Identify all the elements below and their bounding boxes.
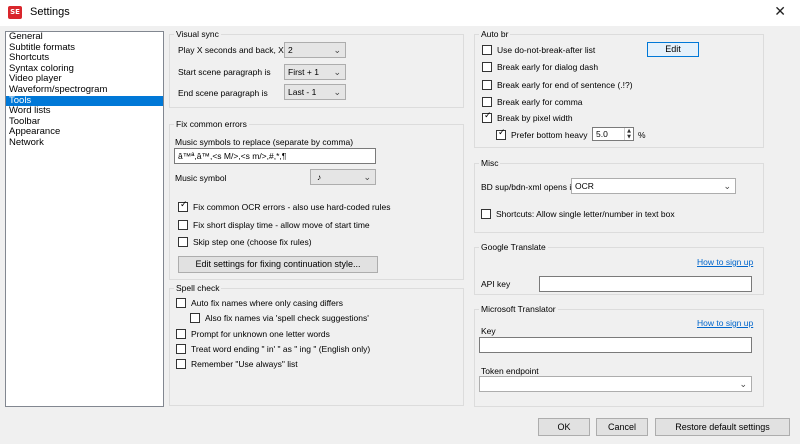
checkbox-box[interactable] xyxy=(481,209,491,219)
music-replace-label: Music symbols to replace (separate by co… xyxy=(175,137,354,147)
close-icon[interactable]: ✕ xyxy=(774,4,786,20)
checkbox-box[interactable]: ✓ xyxy=(496,128,506,140)
checkbox-box[interactable] xyxy=(176,298,186,308)
music-replace-input[interactable]: â™ª,â™,<s M/>,<s m/>,#,*,¶ xyxy=(174,148,376,164)
music-symbol-label: Music symbol xyxy=(175,173,227,183)
play-seconds-value: 2 xyxy=(288,45,293,55)
chevron-down-icon: ⌄ xyxy=(363,173,371,183)
remember-use-always-label: Remember "Use always" list xyxy=(191,359,298,369)
prefer-bottom-heavy-label: Prefer bottom heavy xyxy=(511,130,588,140)
bd-sup-label: BD sup/bdn-xml opens in xyxy=(481,182,576,192)
checkbox-box[interactable]: ✓ xyxy=(178,200,188,212)
key-input[interactable] xyxy=(479,337,752,353)
microsoft-translator-title: Microsoft Translator xyxy=(479,304,558,314)
checkbox-box[interactable] xyxy=(178,220,188,230)
fix-errors-title: Fix common errors xyxy=(174,119,249,129)
title-bar: SE Settings ✕ xyxy=(0,0,800,26)
bd-sup-value: OCR xyxy=(575,181,594,191)
google-signup-link[interactable]: How to sign up xyxy=(697,257,753,267)
fix-short-display-label: Fix short display time - allow move of s… xyxy=(193,220,370,230)
checkbox-box[interactable] xyxy=(482,97,492,107)
break-comma-label: Break early for comma xyxy=(497,97,583,107)
checkbox-box[interactable] xyxy=(190,313,200,323)
break-end-sentence-label: Break early for end of sentence (.!?) xyxy=(497,80,633,90)
settings-category-list[interactable]: General Subtitle formats Shortcuts Synta… xyxy=(5,31,164,407)
bottom-heavy-spinner[interactable]: 5.0 ▲ ▼ xyxy=(592,127,634,141)
auto-fix-names-label: Auto fix names where only casing differs xyxy=(191,298,343,308)
sidebar-item-network[interactable]: Network xyxy=(6,137,163,149)
checkbox-box[interactable] xyxy=(176,359,186,369)
auto-br-title: Auto br xyxy=(479,29,511,39)
app-icon: SE xyxy=(8,6,22,19)
google-translate-title: Google Translate xyxy=(479,242,548,252)
api-key-label: API key xyxy=(481,279,511,289)
break-dialog-dash-label: Break early for dialog dash xyxy=(497,62,599,72)
sidebar-item-waveform[interactable]: Waveform/spectrogram xyxy=(6,84,163,96)
checkbox-box[interactable] xyxy=(482,62,492,72)
checkbox-box[interactable] xyxy=(176,344,186,354)
checkbox-box[interactable]: ✓ xyxy=(482,111,492,123)
end-scene-value: Last - 1 xyxy=(288,87,317,97)
api-key-input[interactable] xyxy=(539,276,752,292)
check-icon: ✓ xyxy=(498,128,506,138)
fix-ocr-label: Fix common OCR errors - also use hard-co… xyxy=(193,202,391,212)
chevron-down-icon: ⌄ xyxy=(333,68,341,78)
token-endpoint-dropdown[interactable]: ⌄ xyxy=(479,376,752,392)
checkbox-box[interactable] xyxy=(482,45,492,55)
edit-continuation-style-button[interactable]: Edit settings for fixing continuation st… xyxy=(178,256,378,273)
check-icon: ✓ xyxy=(180,200,188,210)
end-scene-dropdown[interactable]: Last - 1 ⌄ xyxy=(284,84,346,100)
window-title: Settings xyxy=(30,6,70,18)
checkbox-box[interactable] xyxy=(176,329,186,339)
percent-label: % xyxy=(638,130,646,140)
start-scene-value: First + 1 xyxy=(288,67,319,77)
edit-button[interactable]: Edit xyxy=(647,42,699,57)
play-seconds-label: Play X seconds and back, X is xyxy=(178,45,293,55)
restore-defaults-button[interactable]: Restore default settings xyxy=(655,418,790,436)
misc-group: Misc xyxy=(474,158,764,233)
sidebar-item-general[interactable]: General xyxy=(6,31,163,43)
start-scene-dropdown[interactable]: First + 1 ⌄ xyxy=(284,64,346,80)
cancel-button[interactable]: Cancel xyxy=(596,418,648,436)
token-endpoint-label: Token endpoint xyxy=(481,366,539,376)
chevron-down-icon: ⌄ xyxy=(333,46,341,56)
skip-step-one-label: Skip step one (choose fix rules) xyxy=(193,237,312,247)
spinner-arrows-icon[interactable]: ▲ ▼ xyxy=(624,128,633,140)
chevron-down-icon: ⌄ xyxy=(723,182,731,192)
bd-sup-dropdown[interactable]: OCR ⌄ xyxy=(571,178,736,194)
start-scene-label: Start scene paragraph is xyxy=(178,67,271,77)
visual-sync-title: Visual sync xyxy=(174,29,221,39)
microsoft-signup-link[interactable]: How to sign up xyxy=(697,318,753,328)
shortcuts-single-letter-label: Shortcuts: Allow single letter/number in… xyxy=(496,209,675,219)
chevron-down-icon: ⌄ xyxy=(739,380,747,390)
misc-title: Misc xyxy=(479,158,501,168)
end-scene-label: End scene paragraph is xyxy=(178,88,268,98)
play-seconds-dropdown[interactable]: 2 ⌄ xyxy=(284,42,346,58)
music-symbol-value: ♪ xyxy=(317,172,322,182)
checkbox-box[interactable] xyxy=(482,80,492,90)
treat-word-ending-label: Treat word ending " in' " as " ing " (En… xyxy=(191,344,371,354)
key-label: Key xyxy=(481,326,496,336)
bottom-heavy-value: 5.0 xyxy=(596,129,608,139)
spell-check-title: Spell check xyxy=(174,283,222,293)
checkbox-box[interactable] xyxy=(178,237,188,247)
chevron-down-icon: ⌄ xyxy=(333,88,341,98)
break-pixel-width-label: Break by pixel width xyxy=(497,113,573,123)
music-symbol-dropdown[interactable]: ♪ ⌄ xyxy=(310,169,376,185)
prompt-one-letter-label: Prompt for unknown one letter words xyxy=(191,329,330,339)
do-not-break-label: Use do-not-break-after list xyxy=(497,45,596,55)
ok-button[interactable]: OK xyxy=(538,418,590,436)
check-icon: ✓ xyxy=(484,111,492,121)
also-fix-names-label: Also fix names via 'spell check suggesti… xyxy=(205,313,369,323)
